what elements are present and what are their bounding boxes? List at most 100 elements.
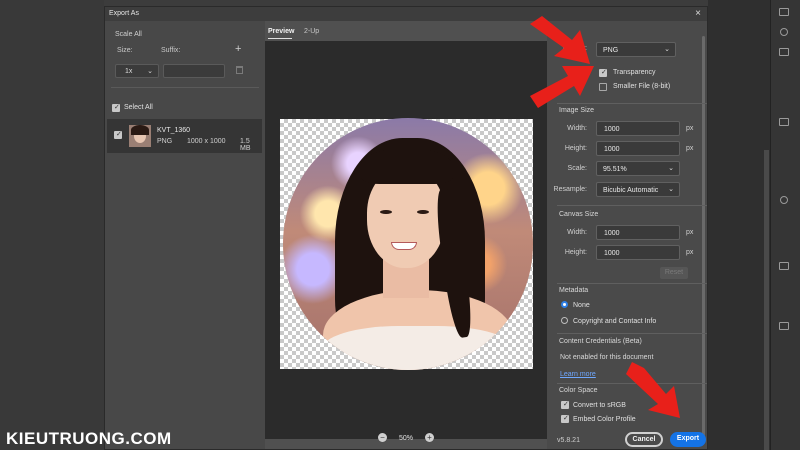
file-size: 1.5 MB [240,138,251,152]
color-space-title: Color Space [559,387,598,394]
metadata-copyright-radio[interactable] [561,317,568,324]
checkmark-icon: ✓ [116,131,122,138]
paths-icon[interactable] [779,322,789,330]
transparency-label: Transparency [613,69,656,76]
image-width-input[interactable]: 1000 [596,121,680,136]
reset-button[interactable]: Reset [660,267,688,279]
preview-image [283,118,533,370]
channels-icon[interactable] [779,262,789,270]
select-all-label: Select All [124,104,153,111]
file-checkbox[interactable]: ✓ [114,131,122,139]
checkmark-icon: ✓ [114,104,120,111]
annotation-arrow-export [626,362,680,418]
history-icon[interactable] [779,118,789,126]
canvas-height-label: Height: [564,249,587,256]
properties-icon[interactable] [779,48,789,56]
active-tab-indicator [268,38,292,39]
file-format: PNG [157,138,173,145]
format-value: PNG [603,47,619,54]
chevron-down-icon: ⌄ [147,68,153,75]
cancel-button[interactable]: Cancel [625,432,663,447]
canvas-width-input[interactable]: 1000 [596,225,680,240]
zoom-in-icon[interactable]: + [425,433,434,442]
dialog-titlebar: Export As × [105,7,707,21]
settings-scrollbar[interactable] [702,36,705,436]
select-all-checkbox[interactable]: ✓ [112,104,120,112]
file-dimensions: 1000 x 1000 [187,138,226,145]
dialog-title: Export As [109,10,139,17]
watermark-text: KIEUTRUONG.COM [6,429,172,448]
suffix-label: Suffix: [161,47,181,54]
preview-canvas[interactable] [265,41,547,439]
resample-value: Bicubic Automatic [603,187,659,194]
smaller-file-label: Smaller File (8-bit) [613,83,671,90]
scale-all-label: Scale All [115,31,142,38]
metadata-title: Metadata [559,287,589,294]
file-name: KVT_1360 [157,127,191,134]
canvas-height-input[interactable]: 1000 [596,245,680,260]
adjust-icon[interactable] [780,28,788,36]
divider [557,205,707,206]
scale-panel: Scale All Size: Suffix: + 1x ⌄ ✓ Select … [105,21,265,449]
convert-srgb-checkbox[interactable]: ✓ [561,401,569,409]
smaller-file-checkbox[interactable] [599,83,607,91]
trash-icon[interactable] [236,66,243,74]
format-dropdown[interactable]: PNG ⌄ [596,42,676,57]
divider [557,283,707,284]
version-label: v5.8.21 [557,437,580,444]
suffix-input[interactable] [163,64,225,78]
embed-profile-checkbox[interactable]: ✓ [561,415,569,423]
learn-more-link[interactable]: Learn more [560,371,596,378]
scale-dropdown[interactable]: 1x ⌄ [115,64,159,78]
chevron-down-icon: ⌄ [664,46,670,53]
image-width-unit: px [686,125,694,132]
workspace-right-panels [708,0,800,450]
preview-area: Preview 2-Up − 50% + [265,21,547,449]
image-height-label: Height: [564,145,587,152]
canvas-width-label: Width: [567,229,587,236]
checkmark-icon: ✓ [563,415,569,422]
metadata-none-label: None [573,302,590,309]
chevron-down-icon: ⌄ [668,165,674,172]
tab-preview[interactable]: Preview [268,28,294,35]
zoom-level: 50% [399,435,414,442]
file-thumbnail [129,125,151,147]
scale-label: Scale: [567,165,587,172]
resample-label: Resample: [553,186,587,193]
color-icon[interactable] [780,196,788,204]
tab-2-up[interactable]: 2-Up [304,28,319,35]
close-icon[interactable]: × [695,8,701,20]
scale-percent-dropdown[interactable]: 95.51% ⌄ [596,161,680,176]
zoom-controls: − 50% + [265,433,547,449]
scale-percent-value: 95.51% [603,166,627,173]
divider [557,333,707,334]
canvas-size-title: Canvas Size [559,211,599,218]
add-scale-icon[interactable]: + [235,43,241,55]
checkmark-icon: ✓ [563,401,569,408]
export-button[interactable]: Export [670,432,706,447]
metadata-none-radio[interactable] [561,301,568,308]
divider [111,87,259,88]
transparency-checkbox[interactable]: ✓ [599,69,607,77]
image-height-input[interactable]: 1000 [596,141,680,156]
export-as-dialog: Export As × Scale All Size: Suffix: + 1x… [104,6,708,450]
canvas-height-unit: px [686,249,694,256]
metadata-copyright-label: Copyright and Contact Info [573,318,657,325]
annotation-arrow-transparency [530,66,594,108]
chevron-down-icon: ⌄ [668,186,674,193]
layers-icon[interactable] [779,8,789,16]
zoom-out-icon[interactable]: − [378,433,387,442]
file-row[interactable]: ✓ KVT_1360 PNG 1000 x 1000 1.5 MB [107,119,262,153]
scale-value: 1x [125,68,133,75]
tool-panel [770,0,800,450]
checkmark-icon: ✓ [601,69,607,76]
canvas-width-unit: px [686,229,694,236]
workspace-left [0,0,104,450]
size-label: Size: [117,47,133,54]
image-width-label: Width: [567,125,587,132]
resample-dropdown[interactable]: Bicubic Automatic ⌄ [596,182,680,197]
content-credentials-title: Content Credentials (Beta) [559,338,642,345]
transparency-grid [280,118,533,370]
workspace-scrollbar[interactable] [764,150,769,450]
image-height-unit: px [686,145,694,152]
